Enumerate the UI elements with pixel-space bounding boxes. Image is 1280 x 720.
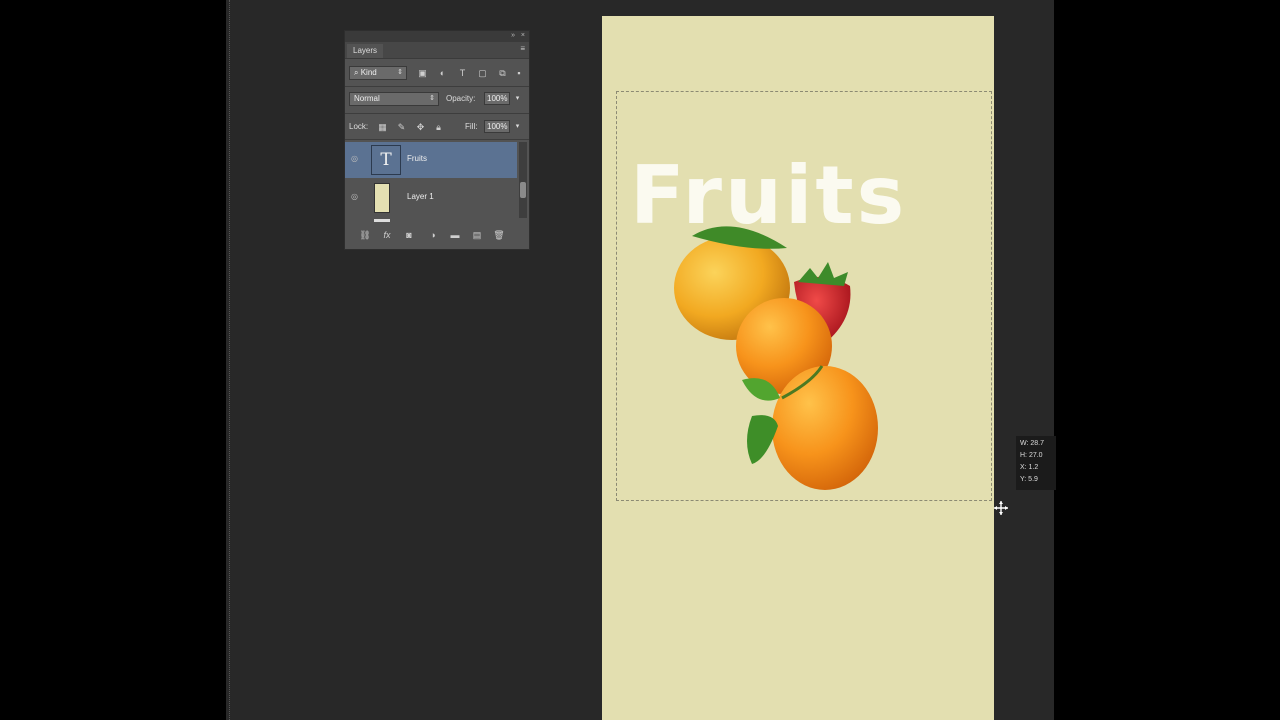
filter-kind-label: Kind [360,68,377,77]
layer-row-partial [345,218,517,222]
link-icon[interactable]: ⛓ [359,229,371,241]
panel-tab-row: Layers ≡ [345,42,529,59]
filter-smart-object-icon[interactable]: ⧉ [497,68,508,79]
readout-x: X: 1.2 [1020,464,1039,471]
divider [345,113,529,114]
blend-mode-label: Normal [354,94,380,103]
readout-y: Y: 5.9 [1020,476,1038,483]
layer-name: Fruits [407,154,427,163]
filter-kind-dropdown[interactable]: ⌕ Kind ⇕ [349,66,407,80]
tab-layers[interactable]: Layers [347,44,384,58]
fx-icon[interactable]: fx [381,229,393,241]
trash-icon[interactable]: 🗑︎ [493,229,505,241]
panel-titlebar[interactable]: » × [345,31,529,42]
text-layer-icon: T [371,145,401,175]
layer-thumbnail [374,183,390,213]
move-cursor-icon [994,501,1008,515]
fill-label: Fill: [465,122,478,131]
filter-shape-icon[interactable]: ▢ [477,68,488,79]
fill-input[interactable]: 100% [484,120,510,133]
document-canvas[interactable]: Fruits [602,16,994,720]
filter-toggle-icon[interactable]: ▪ [515,68,523,79]
panel-menu-icon[interactable]: ≡ [520,45,525,53]
lock-image-icon[interactable]: ✎ [396,122,407,133]
layers-panel: » × Layers ≡ ⌕ Kind ⇕ ▣ ◐ T ▢ ⧉ ▪ Normal… [344,30,530,250]
scrollbar-thumb[interactable] [520,182,526,198]
blend-mode-dropdown[interactable]: Normal ⇕ [349,92,439,106]
opacity-input[interactable]: 100% [484,92,510,105]
fill-dropdown-icon[interactable]: ▾ [513,120,522,133]
fruits-image[interactable] [662,212,892,502]
layer-row-fruits[interactable]: ◎ T Fruits [345,142,517,178]
lock-label: Lock: [349,122,369,131]
blend-row: Normal ⇕ Opacity: 100% ▾ [345,91,529,107]
adjustment-icon[interactable]: ◑ [427,229,439,241]
transform-readout: W: 28.7 H: 27.0 X: 1.2 Y: 5.9 [1016,436,1056,490]
divider [345,139,529,140]
filter-pixel-icon[interactable]: ▣ [417,68,428,79]
layer-row-layer-1[interactable]: ◎ Layer 1 [345,180,517,216]
collapse-icon[interactable]: » [511,32,515,40]
close-icon[interactable]: × [521,32,525,40]
eye-icon[interactable]: ◎ [351,155,361,163]
orange-large-shape [772,366,878,490]
lock-all-icon[interactable]: 🔒︎ [433,122,444,133]
readout-height: H: 27.0 [1020,452,1043,459]
layer-name: Layer 1 [407,192,434,201]
filter-type-icon[interactable]: T [457,68,468,79]
lock-transparent-icon[interactable]: ▦ [377,122,388,133]
guide-line [229,0,230,720]
divider [345,86,529,87]
opacity-label: Opacity: [446,94,476,103]
filter-row: ⌕ Kind ⇕ ▣ ◐ T ▢ ⧉ ▪ [345,65,529,81]
chevron-updown-icon: ⇕ [397,69,403,76]
layers-scrollbar[interactable] [519,142,527,218]
lock-row: Lock: ▦ ✎ ✥ 🔒︎ Fill: 100% ▾ [345,119,529,135]
new-layer-icon[interactable]: ▤ [471,229,483,241]
search-icon: ⌕ [354,68,361,77]
opacity-dropdown-icon[interactable]: ▾ [513,92,522,105]
folder-icon[interactable]: ▬ [449,229,461,241]
lock-position-icon[interactable]: ✥ [415,122,426,133]
readout-width: W: 28.7 [1020,440,1044,447]
chevron-updown-icon: ⇕ [429,95,435,102]
filter-adjustment-icon[interactable]: ◐ [437,68,448,79]
eye-icon[interactable]: ◎ [351,193,361,201]
strawberry-leaves [798,262,848,286]
layers-toolbar: ⛓ fx ◙ ◑ ▬ ▤ 🗑︎ [345,225,529,245]
mask-icon[interactable]: ◙ [403,229,415,241]
